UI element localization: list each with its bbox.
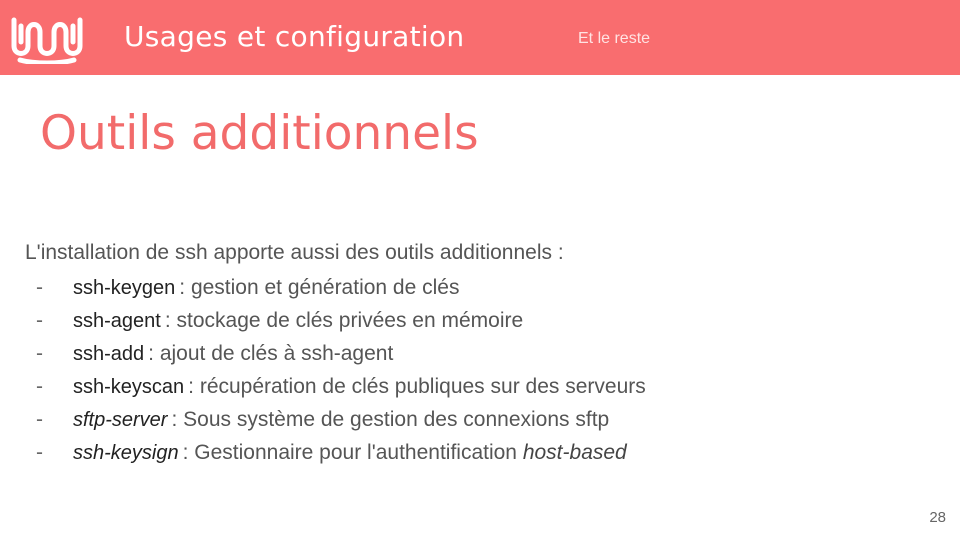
- list-item: - ssh-keyscan: récupération de clés publi…: [36, 373, 646, 406]
- intro-text: L'installation de ssh apporte aussi des …: [25, 241, 564, 264]
- bullet-dash: -: [36, 441, 43, 464]
- header-bar: Usages et configuration Et le reste: [0, 0, 960, 75]
- list-item: - ssh-keysign: Gestionnaire pour l'authen…: [36, 439, 646, 472]
- list-item: - ssh-add: ajout de clés à ssh-agent: [36, 340, 646, 373]
- list-item: - sftp-server: Sous système de gestion de…: [36, 406, 646, 439]
- bullet-dash: -: [36, 375, 43, 398]
- tool-description: : Gestionnaire pour l'authentification: [182, 441, 523, 464]
- bullet-dash: -: [36, 276, 43, 299]
- bullet-dash: -: [36, 342, 43, 365]
- list-item: - ssh-agent: stockage de clés privées en …: [36, 307, 646, 340]
- tool-list: - ssh-keygen: gestion et génération de cl…: [36, 274, 646, 472]
- slide-title: Outils additionnels: [40, 106, 479, 161]
- list-item: - ssh-keygen: gestion et génération de cl…: [36, 274, 646, 307]
- tool-name: ssh-keyscan: [73, 376, 185, 398]
- tool-name: ssh-add: [73, 343, 145, 365]
- tool-name: ssh-keysign: [73, 442, 179, 464]
- tool-name: ssh-agent: [73, 310, 161, 332]
- page-number: 28: [929, 509, 946, 526]
- tool-name: ssh-keygen: [73, 277, 176, 299]
- tool-description: : récupération de clés publiques sur des…: [188, 375, 646, 398]
- header-title: Usages et configuration: [124, 20, 465, 53]
- tool-description: : Sous système de gestion des connexions…: [171, 408, 610, 431]
- logo-icon: [11, 17, 83, 64]
- header-section-label: Et le reste: [578, 30, 651, 47]
- tool-description: : stockage de clés privées en mémoire: [164, 309, 524, 332]
- bullet-dash: -: [36, 309, 43, 332]
- tool-description: : gestion et génération de clés: [179, 276, 460, 299]
- tool-description: : ajout de clés à ssh-agent: [148, 342, 394, 365]
- emphasis-text: host-based: [522, 441, 627, 464]
- bullet-dash: -: [36, 408, 43, 431]
- tool-name: sftp-server: [73, 409, 168, 431]
